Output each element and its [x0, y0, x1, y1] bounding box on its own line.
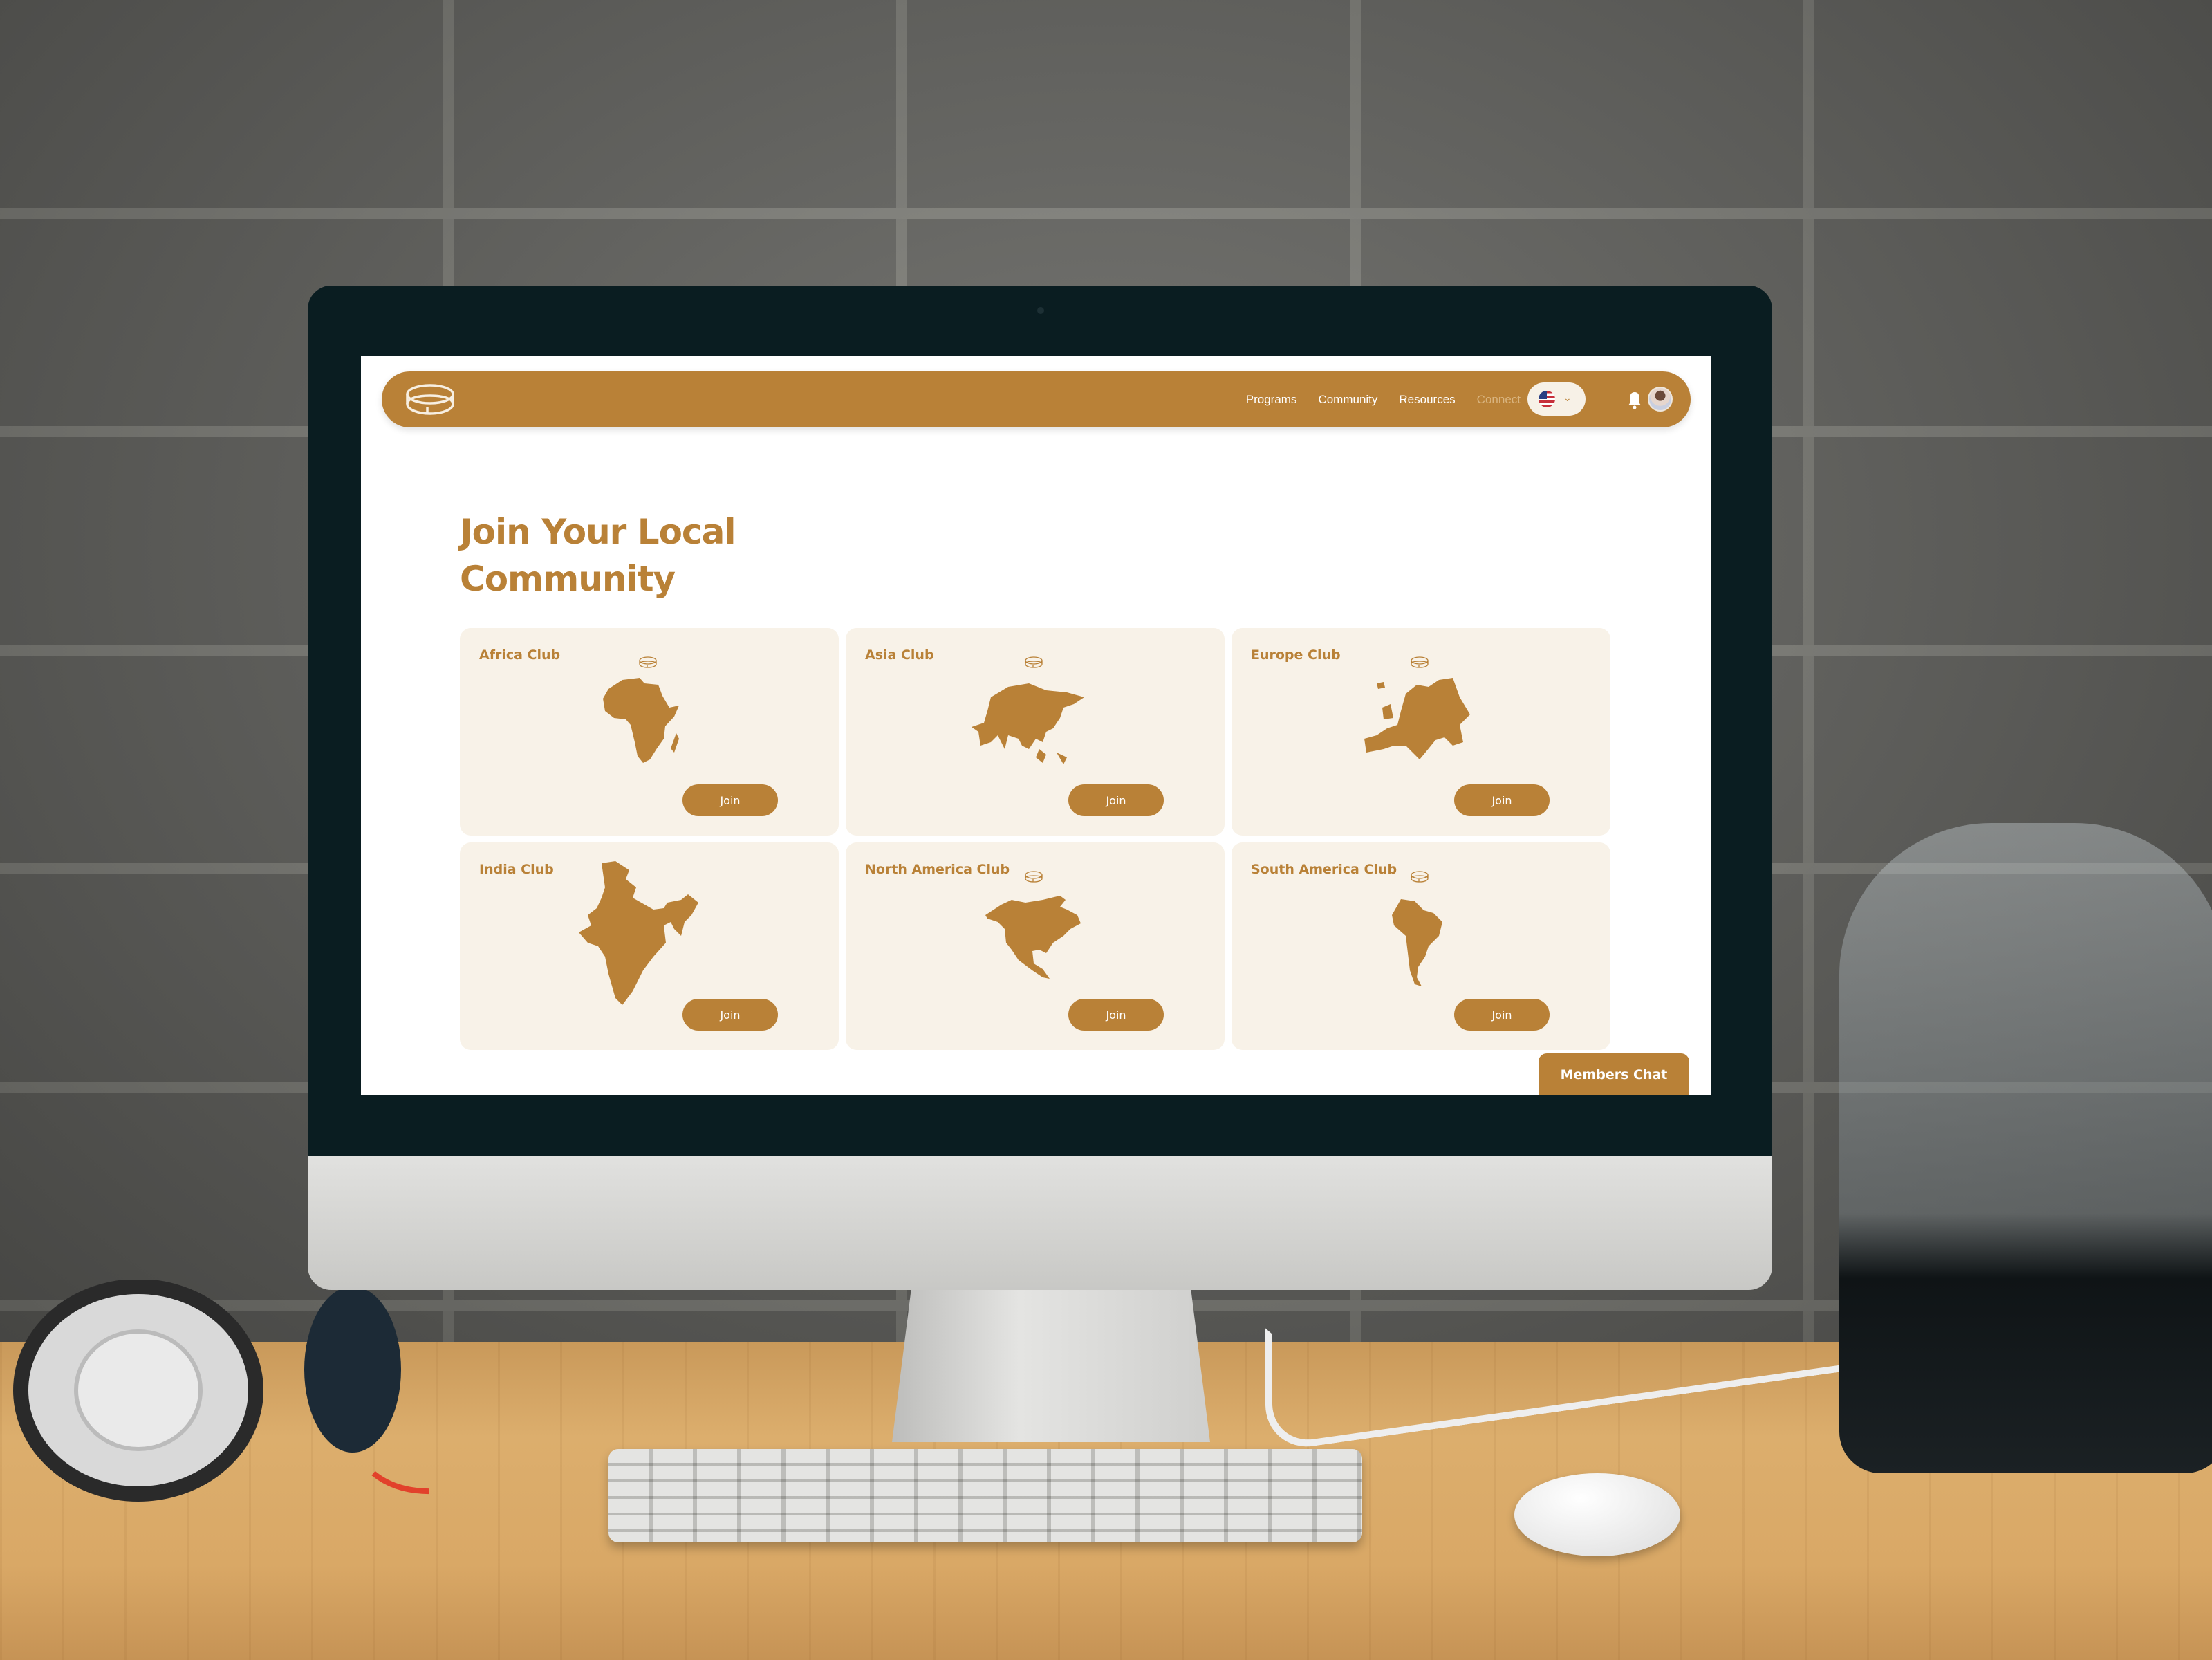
keyboard	[608, 1449, 1362, 1542]
us-flag-icon	[1539, 391, 1555, 407]
mouse	[1514, 1473, 1680, 1556]
india-map-icon	[579, 861, 698, 1005]
bell-icon[interactable]	[1626, 390, 1643, 409]
ring-logo-icon	[1025, 871, 1043, 883]
asia-map-icon	[972, 683, 1084, 764]
join-button[interactable]: Join	[1068, 999, 1164, 1031]
ring-logo-icon[interactable]	[404, 381, 456, 418]
join-button[interactable]: Join	[1454, 999, 1550, 1031]
chevron-down-icon: ⌄	[1563, 392, 1572, 403]
language-selector[interactable]: ⌄	[1527, 382, 1586, 416]
webcam-icon	[1037, 307, 1044, 314]
top-navbar: Programs Community Resources Connect ⌄	[382, 371, 1691, 427]
website-screen: Programs Community Resources Connect ⌄ J…	[361, 356, 1711, 1095]
club-name: Asia Club	[865, 647, 934, 663]
ring-logo-icon	[1025, 656, 1043, 668]
nav-connect[interactable]: Connect	[1477, 393, 1521, 407]
clubs-grid: Africa Club Join Asia Club Join Europe C…	[460, 628, 1613, 1050]
monitor-stand	[892, 1290, 1210, 1442]
page-title-line2: Community	[460, 559, 676, 599]
user-avatar[interactable]	[1648, 387, 1673, 412]
club-card-north-america: North America Club Join	[846, 842, 1225, 1050]
members-chat-button[interactable]: Members Chat	[1539, 1053, 1689, 1095]
club-name: India Club	[479, 862, 554, 877]
africa-map-icon	[603, 678, 679, 763]
nav-links: Programs Community Resources Connect	[1246, 371, 1521, 427]
club-name: South America Club	[1251, 862, 1397, 877]
join-button[interactable]: Join	[682, 999, 778, 1031]
club-card-europe: Europe Club Join	[1232, 628, 1610, 836]
club-card-asia: Asia Club Join	[846, 628, 1225, 836]
page-title-line1: Join Your Local	[460, 512, 736, 552]
club-name: Africa Club	[479, 647, 561, 663]
ring-logo-icon	[639, 656, 657, 668]
club-card-india: India Club Join	[460, 842, 839, 1050]
nav-resources[interactable]: Resources	[1399, 393, 1455, 407]
club-card-south-america: South America Club Join	[1232, 842, 1610, 1050]
club-name: Europe Club	[1251, 647, 1341, 663]
north-america-map-icon	[985, 896, 1081, 979]
ring-logo-icon	[1411, 871, 1429, 883]
glass-speaker	[1839, 823, 2212, 1473]
join-button[interactable]: Join	[1454, 784, 1550, 816]
club-name: North America Club	[865, 862, 1010, 877]
club-card-africa: Africa Club Join	[460, 628, 839, 836]
monitor-chin	[308, 1156, 1772, 1290]
ring-logo-icon	[1411, 656, 1429, 668]
page-title: Join Your Local Community	[460, 508, 736, 602]
europe-map-icon	[1364, 678, 1470, 759]
nav-programs[interactable]: Programs	[1246, 393, 1297, 407]
nav-community[interactable]: Community	[1318, 393, 1377, 407]
headphones	[13, 1280, 429, 1502]
join-button[interactable]: Join	[1068, 784, 1164, 816]
join-button[interactable]: Join	[682, 784, 778, 816]
south-america-map-icon	[1392, 899, 1442, 986]
